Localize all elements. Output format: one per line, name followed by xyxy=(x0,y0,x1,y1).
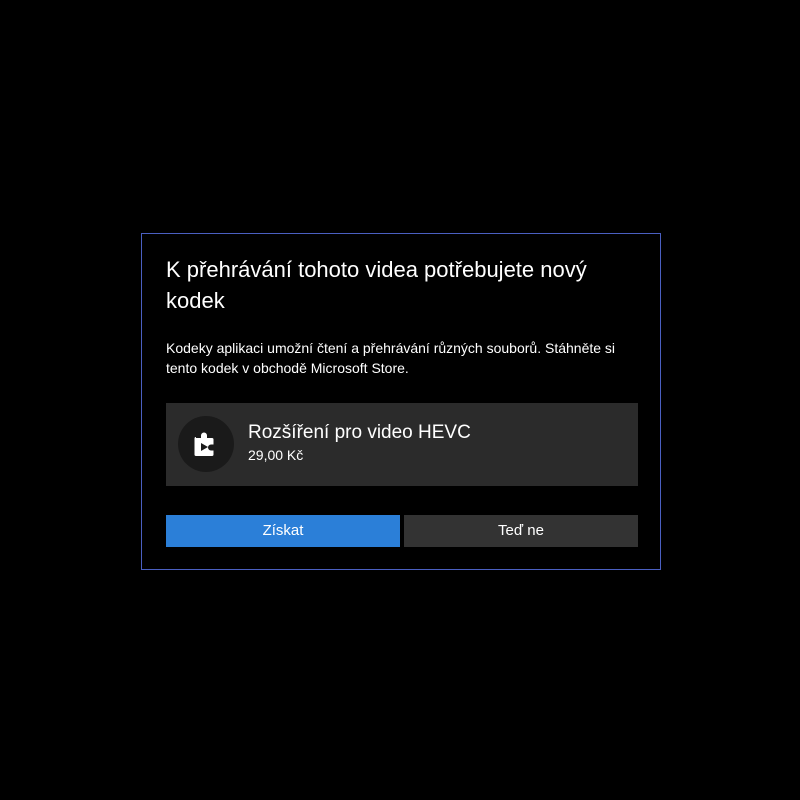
product-name: Rozšíření pro video HEVC xyxy=(248,422,471,443)
puzzle-play-icon-glyph xyxy=(194,432,214,456)
dialog-title: K přehrávání tohoto videa potřebujete no… xyxy=(166,257,587,313)
dialog-description: Kodeky aplikaci umožní čtení a přehráván… xyxy=(166,340,616,376)
product-price: 29,00 Kč xyxy=(248,447,304,463)
puzzle-play-icon xyxy=(178,416,234,472)
get-button[interactable]: Získat xyxy=(166,515,400,547)
codec-dialog: K přehrávání tohoto videa potřebujete no… xyxy=(141,233,661,570)
screen-backdrop: K přehrávání tohoto videa potřebujete no… xyxy=(0,0,800,800)
product-card[interactable]: Rozšíření pro video HEVC 29,00 Kč xyxy=(166,403,638,486)
not-now-button[interactable]: Teď ne xyxy=(404,515,638,547)
